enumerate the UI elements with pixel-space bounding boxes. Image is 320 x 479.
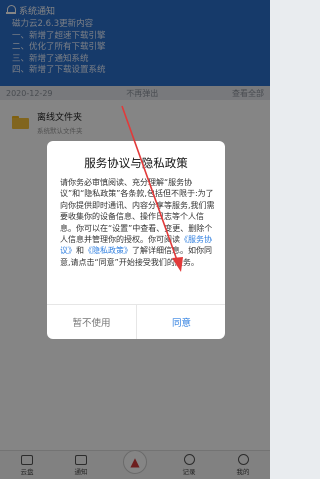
privacy-dialog: 服务协议与隐私政策 请你务必审慎阅读、充分理解“服务协议”和“隐私政策”各条款,… xyxy=(47,141,225,339)
dialog-body: 请你务必审慎阅读、充分理解“服务协议”和“隐私政策”各条款,包括但不限于:为了向… xyxy=(47,171,225,299)
dialog-title: 服务协议与隐私政策 xyxy=(84,156,188,170)
app-screen: 系统通知 磁力云2.6.3更新内容 一、新增了超速下载引擎 二、优化了所有下载引… xyxy=(0,0,270,479)
agree-button[interactable]: 同意 xyxy=(137,304,225,339)
decline-button[interactable]: 暂不使用 xyxy=(47,304,136,339)
privacy-policy-link[interactable]: 《隐私政策》 xyxy=(84,246,132,255)
dialog-body-and: 和 xyxy=(76,246,84,256)
